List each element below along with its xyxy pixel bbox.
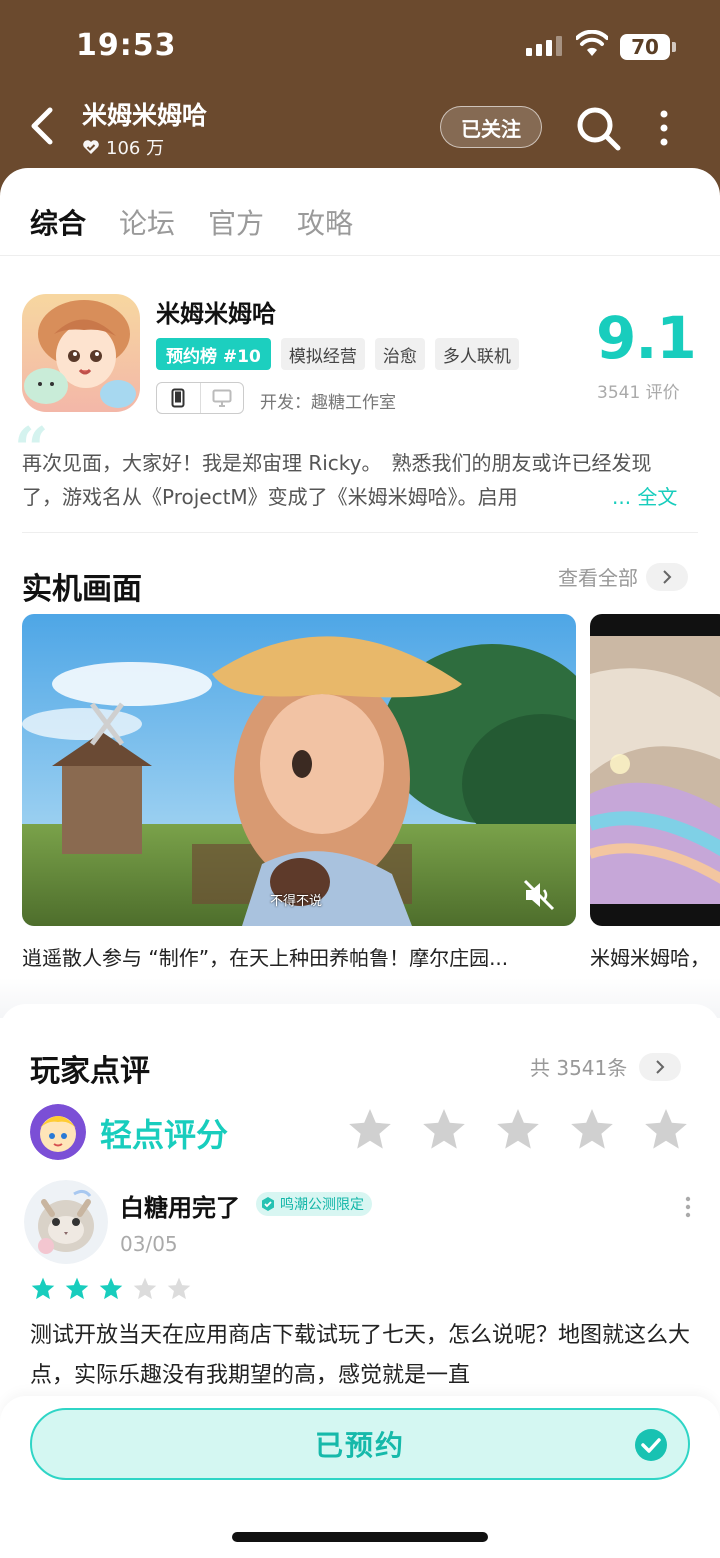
phone-icon xyxy=(157,383,200,413)
reserved-button[interactable]: 已预约 xyxy=(30,1408,690,1480)
star-filled-icon xyxy=(65,1277,89,1300)
more-vertical-icon[interactable] xyxy=(654,108,674,148)
home-indicator xyxy=(232,1532,488,1542)
header-title: 米姆米姆哈 xyxy=(82,101,208,130)
game-intro: 再次见面，大家好！我是郑宙理 Ricky。 熟悉我们的朋友或许已经发现了，游戏名… xyxy=(22,451,652,509)
video-caption[interactable]: 米姆米姆哈， xyxy=(590,942,720,971)
section-title-reviews: 玩家点评 xyxy=(30,1054,150,1089)
star-filled-icon xyxy=(31,1277,55,1300)
review-count-button[interactable]: 共 3541条 xyxy=(530,1052,682,1081)
platform-indicator xyxy=(156,382,244,414)
check-circle-icon xyxy=(635,1429,667,1461)
genre-tag[interactable]: 多人联机 xyxy=(434,338,519,370)
signal-icon xyxy=(526,36,562,56)
star-icon[interactable] xyxy=(420,1106,468,1154)
heart-check-icon xyxy=(83,140,99,154)
view-all-label: 查看全部 xyxy=(558,566,638,590)
developer-info[interactable]: 开发：趣糖工作室 xyxy=(260,388,396,413)
chevron-right-icon xyxy=(646,562,688,591)
search-icon[interactable] xyxy=(574,104,622,152)
divider xyxy=(22,532,698,533)
video-thumbnail[interactable] xyxy=(22,614,576,926)
review-text[interactable]: 测试开放当天在应用商店下载试玩了七天，怎么说呢？地图就这么大点，实际乐趣没有我期… xyxy=(30,1316,690,1396)
genre-tag[interactable]: 治愈 xyxy=(374,338,425,370)
desktop-icon xyxy=(199,383,244,413)
video-thumbnail[interactable] xyxy=(590,614,720,926)
review-count: 共 3541条 xyxy=(530,1056,628,1080)
star-icon[interactable] xyxy=(494,1106,542,1154)
section-title-screens: 实机画面 xyxy=(22,572,142,607)
read-full-link[interactable]: ... 全文 xyxy=(610,480,678,514)
star-icon[interactable] xyxy=(346,1106,394,1154)
wifi-icon xyxy=(576,30,608,56)
star-empty-icon xyxy=(133,1277,157,1300)
status-bar: 19:53 70 xyxy=(0,0,720,90)
video-subtitle: 不得不说 xyxy=(270,894,323,909)
star-filled-icon xyxy=(99,1277,123,1300)
app-header: 米姆米姆哈 106 万 已关注 xyxy=(0,90,720,170)
status-time: 19:53 xyxy=(76,28,177,63)
tab-official[interactable]: 官方 xyxy=(208,202,264,242)
tag-row: 预约榜 #10 模拟经营 治愈 多人联机 xyxy=(156,338,519,370)
game-name: 米姆米姆哈 xyxy=(156,300,276,328)
review-more-icon[interactable] xyxy=(684,1196,692,1218)
rank-tag[interactable]: 预约榜 #10 xyxy=(156,338,271,370)
star-empty-icon xyxy=(167,1277,191,1300)
reviewer-badge: 鸣潮公测限定 xyxy=(256,1192,372,1216)
avatar xyxy=(30,1104,86,1160)
review-date: 03/05 xyxy=(120,1232,178,1256)
star-icon[interactable] xyxy=(642,1106,690,1154)
badge-text: 鸣潮公测限定 xyxy=(280,1197,364,1213)
rating-count: 3541 评价 xyxy=(597,383,680,403)
reserved-label: 已预约 xyxy=(314,1429,405,1462)
video-caption[interactable]: 逍遥散人参与 “制作”，在天上种田养帕鲁！摩尔庄园... xyxy=(22,942,562,971)
tab-overview[interactable]: 综合 xyxy=(30,202,87,244)
reviewer-avatar[interactable] xyxy=(24,1180,108,1264)
back-arrow-icon[interactable] xyxy=(26,106,62,146)
battery-icon: 70 xyxy=(620,34,676,60)
fan-count-text: 106 万 xyxy=(106,138,165,159)
star-icon[interactable] xyxy=(568,1106,616,1154)
game-icon[interactable] xyxy=(22,294,140,412)
reviewer-name[interactable]: 白糖用完了 xyxy=(120,1188,240,1223)
fan-count: 106 万 xyxy=(82,134,164,160)
tab-bar: 综合 论坛 官方 攻略 xyxy=(0,168,720,256)
review-rating xyxy=(30,1276,192,1302)
chevron-right-icon xyxy=(639,1052,682,1081)
content-sheet: 综合 论坛 官方 攻略 米姆米姆哈 预约榜 #10 模拟经营 治愈 多人联机 开… xyxy=(0,168,720,1558)
rating-score: 9.1 xyxy=(596,304,697,372)
rating-stars-input xyxy=(346,1106,690,1154)
mute-icon[interactable] xyxy=(522,878,556,912)
genre-tag[interactable]: 模拟经营 xyxy=(280,338,365,370)
view-all-button[interactable]: 查看全部 xyxy=(558,562,688,591)
tab-guides[interactable]: 攻略 xyxy=(297,202,353,242)
tap-to-rate-label: 轻点评分 xyxy=(100,1116,229,1154)
follow-button[interactable]: 已关注 xyxy=(440,106,542,148)
tab-forum[interactable]: 论坛 xyxy=(119,202,175,242)
badge-icon xyxy=(262,1197,274,1211)
